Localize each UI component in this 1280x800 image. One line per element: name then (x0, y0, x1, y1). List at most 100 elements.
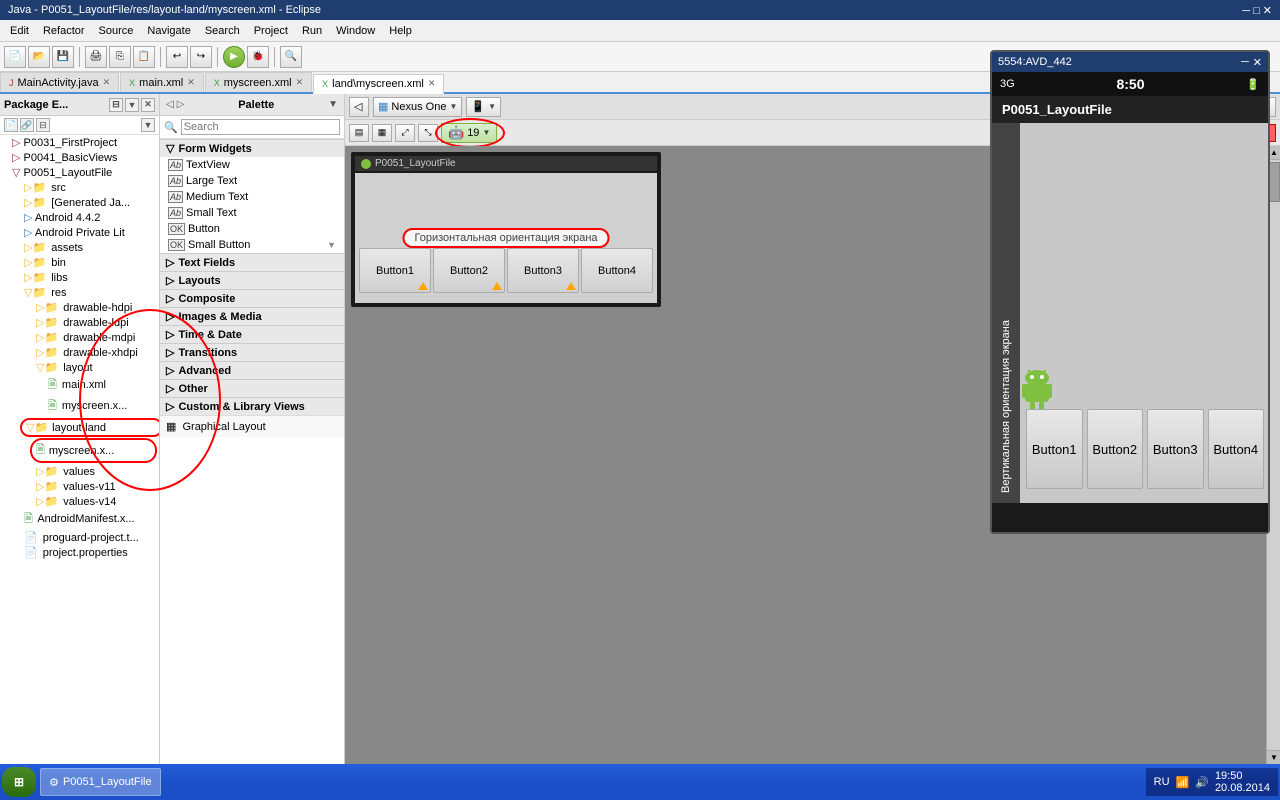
tree-item-drawable-mdpi[interactable]: ▷📁 drawable-mdpi (0, 330, 159, 345)
tree-item-values-v14[interactable]: ▷📁 values-v14 (0, 494, 159, 509)
new-file-btn[interactable]: 📄 (4, 118, 18, 132)
run-button[interactable]: ▶ (223, 46, 245, 68)
tree-item-myscreen-xml[interactable]: 🗎 myscreen.x... (0, 396, 159, 417)
tab-main-xml[interactable]: X main.xml ✕ (120, 72, 204, 92)
collapse-all-btn[interactable]: ⊟ (36, 118, 50, 132)
search-btn[interactable]: 🔍 (280, 46, 302, 68)
tab-close-main-activity[interactable]: ✕ (103, 77, 111, 88)
taskbar-item-eclipse[interactable]: ⚙ P0051_LayoutFile (40, 768, 161, 796)
palette-section-form-widgets[interactable]: ▽ Form Widgets (160, 139, 344, 157)
tree-item-layout-land[interactable]: ▽📁 layout-land (20, 418, 159, 437)
palette-section-other[interactable]: ▷ Other (160, 379, 344, 397)
palette-section-text-fields[interactable]: ▷ Text Fields (160, 253, 344, 271)
tree-item-project-props[interactable]: 📄 project.properties (0, 545, 159, 560)
tree-item-p0031[interactable]: ▷ P0031_FirstProject (0, 135, 159, 150)
section-chevron-time-date: ▷ (166, 328, 174, 341)
tab-land-myscreen-xml[interactable]: X land\myscreen.xml ✕ (313, 74, 444, 94)
open-btn[interactable]: 📂 (28, 46, 50, 68)
palette-search-input[interactable] (181, 119, 340, 135)
tree-item-main-xml[interactable]: 🗎 main.xml (0, 375, 159, 396)
tab-close-myscreen-xml[interactable]: ✕ (296, 77, 304, 88)
menu-project[interactable]: Project (248, 23, 294, 39)
tab-close-land-myscreen-xml[interactable]: ✕ (428, 78, 436, 89)
palette-section-composite[interactable]: ▷ Composite (160, 289, 344, 307)
palette-section-advanced[interactable]: ▷ Advanced (160, 361, 344, 379)
tree-item-private-lib[interactable]: ▷ Android Private Lit (0, 225, 159, 240)
graphical-layout-item[interactable]: ▦ Graphical Layout (160, 415, 344, 437)
tree-item-android442[interactable]: ▷ Android 4.4.2 (0, 210, 159, 225)
tree-item-bin[interactable]: ▷📁 bin (0, 255, 159, 270)
palette-section-images-media[interactable]: ▷ Images & Media (160, 307, 344, 325)
panel-menu-btn[interactable]: ▼ (125, 98, 139, 112)
menu-help[interactable]: Help (383, 23, 418, 39)
tree-item-libs[interactable]: ▷📁 libs (0, 270, 159, 285)
window-controls[interactable]: ─ □ ✕ (1242, 4, 1272, 17)
copy-btn[interactable]: ⎘ (109, 46, 131, 68)
palette-section-custom-library[interactable]: ▷ Custom & Library Views (160, 397, 344, 415)
palette-section-layouts[interactable]: ▷ Layouts (160, 271, 344, 289)
tree-item-drawable-ldpi[interactable]: ▷📁 drawable-ldpi (0, 315, 159, 330)
tree-label-res: res (51, 287, 66, 299)
menu-search[interactable]: Search (199, 23, 246, 39)
panel-close-btn[interactable]: ✕ (141, 98, 155, 112)
new-btn[interactable]: 📄 (4, 46, 26, 68)
palette-item-textview[interactable]: Ab TextView (160, 157, 344, 173)
palette-menu-icon[interactable]: ▼ (328, 99, 338, 110)
screen-config-btn[interactable]: 📱 ▼ (466, 97, 501, 117)
tree-item-src[interactable]: ▷📁 src (0, 180, 159, 195)
debug-btn[interactable]: 🐞 (247, 46, 269, 68)
tree-item-p0051[interactable]: ▽ P0051_LayoutFile (0, 165, 159, 180)
vscroll-down-btn[interactable]: ▼ (1267, 750, 1280, 764)
link-btn[interactable]: 🔗 (20, 118, 34, 132)
palette-arrow-left[interactable]: ◁ (166, 99, 174, 110)
undo-btn[interactable]: ↩ (166, 46, 188, 68)
device-dropdown-arrow: ▼ (449, 102, 457, 111)
tree-item-android-manifest[interactable]: 🗎 AndroidManifest.x... (0, 509, 159, 530)
palette-item-small-text[interactable]: Ab Small Text (160, 205, 344, 221)
tree-item-values-v11[interactable]: ▷📁 values-v11 (0, 479, 159, 494)
menu-navigate[interactable]: Navigate (141, 23, 196, 39)
tab-close-main-xml[interactable]: ✕ (187, 77, 195, 88)
start-button[interactable]: ⊞ (2, 767, 36, 797)
menu-edit[interactable]: Edit (4, 23, 35, 39)
menu-run[interactable]: Run (296, 23, 328, 39)
tree-item-generated[interactable]: ▷📁 [Generated Ja... (0, 195, 159, 210)
avd-close-btn[interactable]: ✕ (1253, 56, 1262, 69)
palette-item-small-button[interactable]: OK Small Button ▼ (160, 237, 344, 253)
print-btn[interactable]: 🖨 (85, 46, 107, 68)
api-level-dropdown[interactable]: 🤖 19 ▼ (441, 123, 497, 143)
tree-item-res[interactable]: ▽📁 res (0, 285, 159, 300)
palette-section-time-date[interactable]: ▷ Time & Date (160, 325, 344, 343)
tree-item-drawable-xhdpi[interactable]: ▷📁 drawable-xhdpi (0, 345, 159, 360)
layout-view-btn-2[interactable]: ▦ (372, 124, 392, 142)
redo-btn[interactable]: ↪ (190, 46, 212, 68)
tab-main-activity[interactable]: J MainActivity.java ✕ (0, 72, 119, 92)
palette-arrow-right[interactable]: ▷ (177, 99, 185, 110)
layout-view-btn-1[interactable]: ▤ (349, 124, 369, 142)
save-btn[interactable]: 💾 (52, 46, 74, 68)
tab-myscreen-xml[interactable]: X myscreen.xml ✕ (205, 72, 312, 92)
palette-item-large-text[interactable]: Ab Large Text (160, 173, 344, 189)
device-dropdown[interactable]: ▦ Nexus One ▼ (373, 97, 462, 117)
menu-source[interactable]: Source (93, 23, 140, 39)
palette-section-transitions[interactable]: ▷ Transitions (160, 343, 344, 361)
tree-item-layout[interactable]: ▽📁 layout (0, 360, 159, 375)
palette-item-button[interactable]: OK Button (160, 221, 344, 237)
layout-view-btn-4[interactable]: ⤡ (418, 124, 438, 142)
tree-item-land-myscreen-xml[interactable]: 🗎 myscreen.x... (30, 438, 157, 463)
tree-item-assets[interactable]: ▷📁 assets (0, 240, 159, 255)
palette-item-medium-text[interactable]: Ab Medium Text (160, 189, 344, 205)
view-menu-btn[interactable]: ▼ (141, 118, 155, 132)
tree-item-proguard[interactable]: 📄 proguard-project.t... (0, 530, 159, 545)
menu-window[interactable]: Window (330, 23, 381, 39)
palette-menu-btn[interactable]: ▼ (328, 99, 338, 110)
paste-btn[interactable]: 📋 (133, 46, 155, 68)
collapse-btn[interactable]: ⊟ (109, 98, 123, 112)
menu-refactor[interactable]: Refactor (37, 23, 91, 39)
tree-item-drawable-hdpi[interactable]: ▷📁 drawable-hdpi (0, 300, 159, 315)
back-btn[interactable]: ◁ (349, 97, 369, 117)
tree-item-values[interactable]: ▷📁 values (0, 464, 159, 479)
avd-minimize-btn[interactable]: ─ (1241, 56, 1249, 68)
tree-item-p0041[interactable]: ▷ P0041_BasicViews (0, 150, 159, 165)
layout-view-btn-3[interactable]: ⤢ (395, 124, 415, 142)
